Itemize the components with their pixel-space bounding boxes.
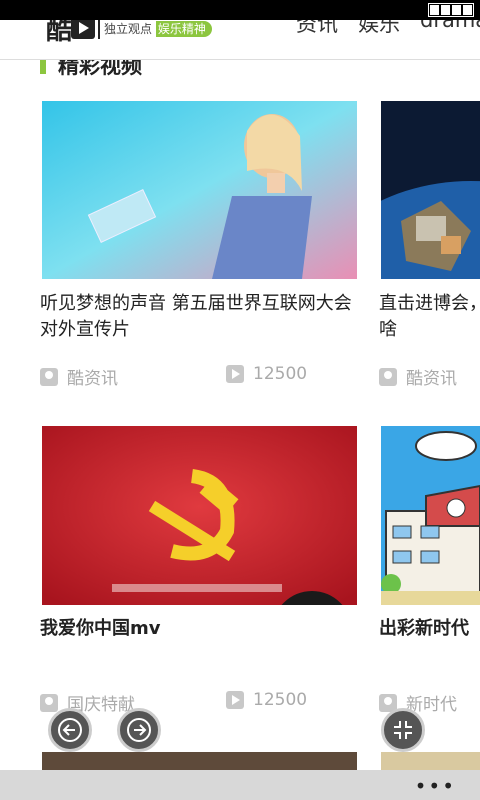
video-author: 国庆特献 <box>40 690 135 715</box>
previous-button[interactable] <box>48 708 92 752</box>
exit-fullscreen-button[interactable] <box>381 708 425 752</box>
video-title-line: 直击进博会， <box>379 293 480 314</box>
logo-tagline: 独立观点 娱乐精神 <box>104 20 212 37</box>
user-icon <box>40 367 58 386</box>
arrow-left-icon <box>58 718 82 742</box>
video-author: 酷资讯 <box>379 364 457 389</box>
arrow-right-icon <box>127 718 151 742</box>
app-bar: ••• <box>0 770 480 800</box>
video-thumbnail[interactable] <box>42 426 357 605</box>
video-plays: 12500 <box>226 364 307 384</box>
author-label: 酷资讯 <box>406 369 457 389</box>
next-button[interactable] <box>117 708 161 752</box>
logo-tagline-text: 独立观点 <box>104 21 153 36</box>
video-thumbnail[interactable] <box>381 752 480 770</box>
user-icon <box>379 367 397 386</box>
more-options-button[interactable]: ••• <box>415 774 456 798</box>
video-thumbnail[interactable] <box>42 101 357 279</box>
video-title-line: 啥 <box>379 319 397 340</box>
video-thumbnail[interactable] <box>381 101 480 279</box>
video-title[interactable]: 我爱你中国mv <box>40 616 362 642</box>
collapse-icon <box>394 721 412 739</box>
play-count-icon <box>226 691 244 709</box>
video-title[interactable]: 出彩新时代 <box>379 616 480 642</box>
author-label: 酷资讯 <box>67 369 118 389</box>
logo-separator <box>98 17 101 39</box>
video-author: 酷资讯 <box>40 364 118 389</box>
play-count-label: 12500 <box>253 690 308 710</box>
play-count-icon <box>226 365 244 383</box>
video-thumbnail[interactable] <box>381 426 480 605</box>
video-plays: 12500 <box>226 690 307 710</box>
user-icon <box>40 693 58 712</box>
video-thumbnail[interactable] <box>42 752 357 770</box>
status-bar <box>0 0 480 20</box>
play-count-label: 12500 <box>253 364 308 384</box>
video-title[interactable]: 直击进博会， 啥 <box>379 291 480 343</box>
battery-icon <box>428 3 474 17</box>
logo-tagline-badge: 娱乐精神 <box>155 20 212 37</box>
video-title[interactable]: 听见梦想的声音 第五届世界互联网大会对外宣传片 <box>40 291 362 343</box>
